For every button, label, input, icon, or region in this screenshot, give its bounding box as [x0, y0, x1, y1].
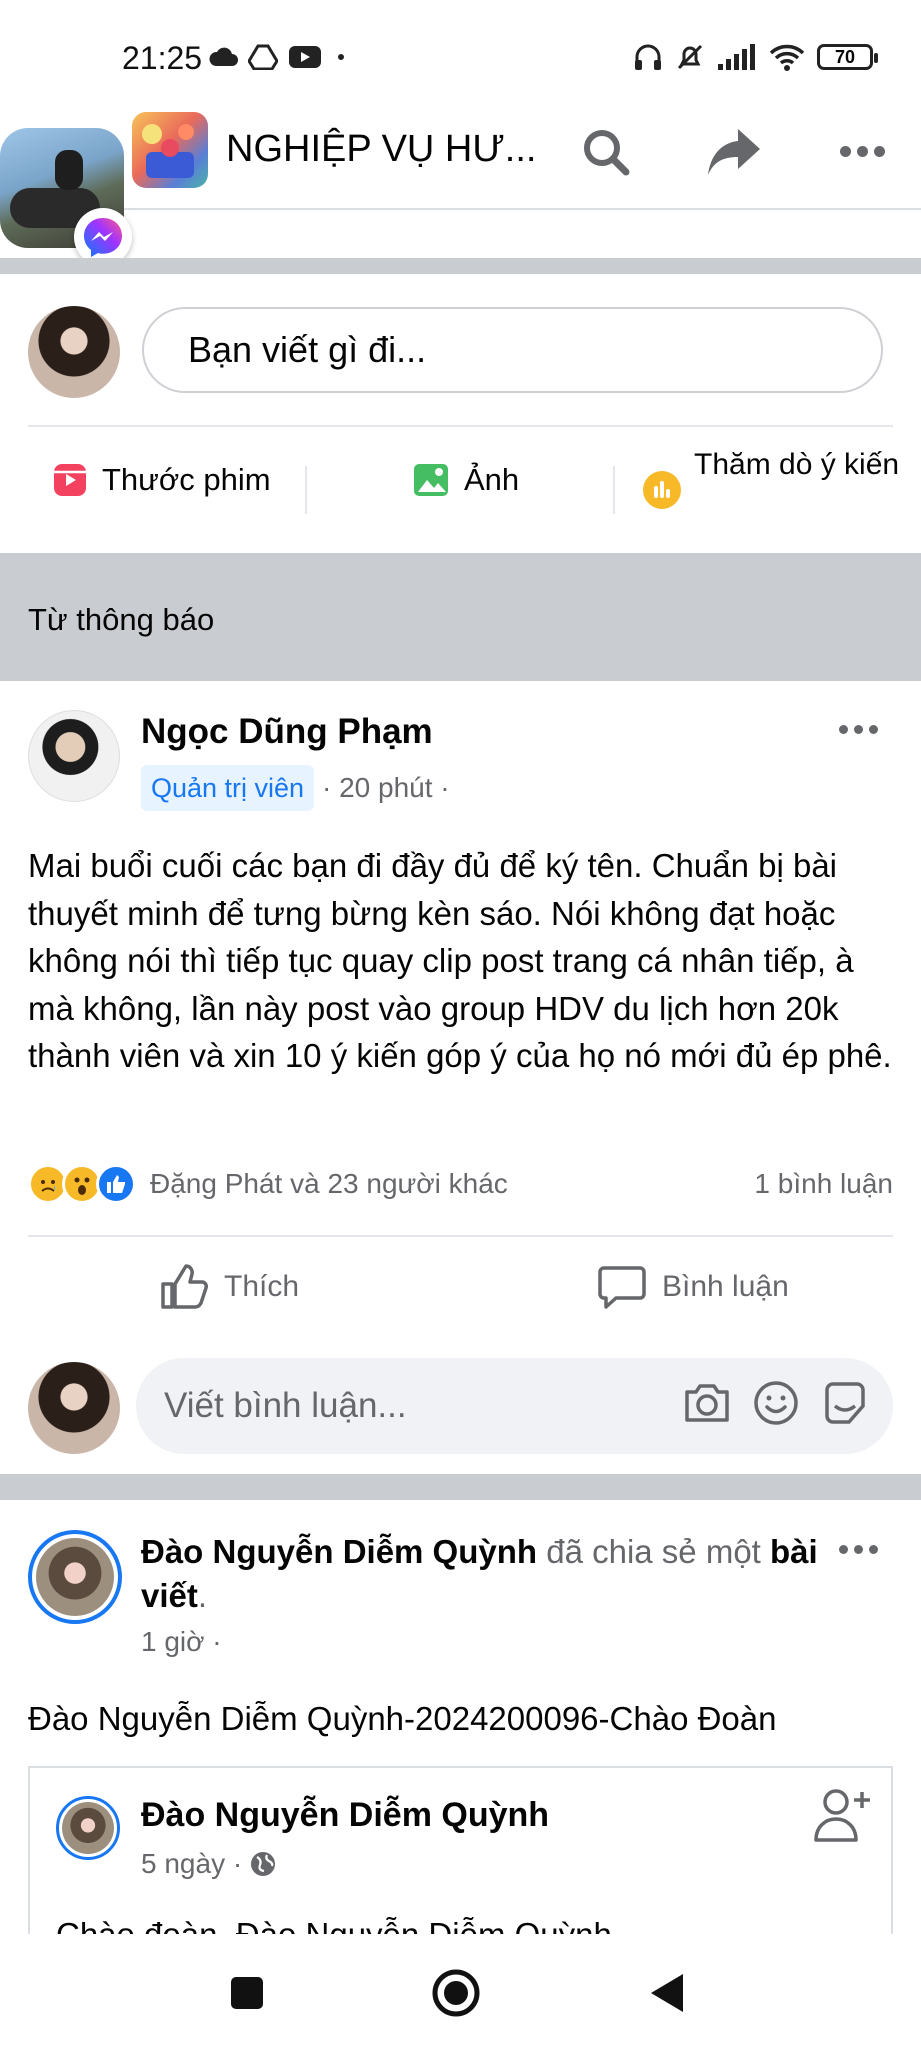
group-title[interactable]: NGHIỆP VỤ HƯ...	[226, 128, 536, 171]
reel-label: Thước phim	[102, 462, 271, 497]
back-button[interactable]	[642, 1968, 692, 2018]
post-composer-input[interactable]: Bạn viết gì đi...	[142, 307, 883, 393]
comment-bubble-icon	[598, 1266, 646, 1309]
sharer-name[interactable]: Đào Nguyễn Diễm Quỳnh	[141, 1533, 537, 1570]
recent-apps-button[interactable]	[222, 1968, 272, 2018]
add-friend-icon	[814, 1789, 870, 1842]
shared-post-more-button[interactable]	[828, 1534, 888, 1564]
search-button[interactable]	[576, 122, 636, 182]
divider-band	[0, 258, 921, 274]
thumbs-up-icon	[161, 1264, 208, 1309]
comment-label: Bình luận	[662, 1270, 789, 1303]
comment-input-tools	[683, 1380, 869, 1426]
drive-icon	[248, 44, 278, 70]
signal-icon	[718, 44, 755, 70]
post-author-avatar[interactable]	[28, 710, 120, 802]
like-label: Thích	[224, 1270, 300, 1303]
camera-icon[interactable]	[683, 1380, 731, 1426]
dot-icon	[856, 145, 868, 157]
sharer-avatar-photo	[36, 1538, 114, 1616]
inner-post-time[interactable]: 5 ngày ·	[141, 1848, 242, 1880]
post-body-text: Mai buổi cuối các bạn đi đầy đủ để ký tê…	[28, 847, 892, 1074]
status-bar: 21:25 70	[0, 0, 921, 110]
share-arrow-icon	[708, 129, 760, 175]
photo-button[interactable]: Ảnh	[412, 462, 519, 498]
dot-icon	[838, 724, 848, 734]
reactions-summary[interactable]: Đặng Phát và 23 người khác	[150, 1168, 508, 1200]
status-time: 21:25	[122, 40, 203, 76]
reaction-icons[interactable]	[28, 1164, 136, 1204]
photo-icon	[414, 464, 448, 496]
post-more-button[interactable]	[828, 714, 888, 744]
share-button[interactable]	[704, 122, 764, 182]
status-notification-icons	[208, 44, 344, 70]
globe-icon	[251, 1852, 276, 1876]
dot-icon	[853, 724, 863, 734]
composer-divider	[28, 425, 893, 427]
like-button[interactable]: Thích	[160, 1264, 299, 1310]
photo-label: Ảnh	[464, 462, 520, 497]
comment-button[interactable]: Bình luận	[598, 1264, 789, 1310]
announcement-section-label: Từ thông báo	[28, 602, 215, 637]
comment-user-avatar[interactable]	[28, 1362, 120, 1454]
action-divider	[613, 466, 615, 514]
poll-icon	[643, 471, 681, 509]
current-user-avatar[interactable]	[28, 306, 120, 398]
cloud-icon	[209, 47, 238, 66]
home-button[interactable]	[431, 1968, 481, 2018]
wifi-icon	[769, 44, 805, 71]
post-time[interactable]: · 20 phút ·	[322, 772, 450, 804]
chat-head-photo-rider	[55, 150, 83, 190]
headphones-icon	[635, 44, 661, 70]
shared-text: đã chia sẻ một	[537, 1533, 771, 1570]
inner-author-avatar-photo	[62, 1802, 114, 1854]
messenger-icon	[84, 218, 122, 257]
action-divider	[305, 466, 307, 514]
status-system-icons: 70	[633, 42, 878, 72]
poll-button-label[interactable]: Thăm dò ý kiến	[694, 448, 899, 482]
reel-button[interactable]: Thước phim	[52, 462, 271, 498]
battery-indicator: 70	[817, 44, 878, 70]
share-time[interactable]: 1 giờ ·	[141, 1626, 222, 1658]
dot-icon	[838, 1544, 848, 1554]
circle-home-icon	[432, 1969, 480, 2017]
youtube-icon	[289, 46, 321, 68]
dot-icon	[868, 1544, 878, 1554]
share-caption: Đào Nguyễn Diễm Quỳnh-2024200096-Chào Đo…	[28, 1700, 777, 1737]
sharer-avatar[interactable]	[28, 1530, 122, 1624]
group-cover-art	[142, 124, 194, 178]
post-author-name[interactable]: Ngọc Dũng Phạm	[141, 712, 433, 752]
like-reaction-icon	[96, 1164, 136, 1204]
sticker-icon[interactable]	[821, 1380, 869, 1426]
triangle-back-icon	[651, 1974, 683, 2012]
group-avatar[interactable]	[132, 112, 208, 188]
post-separator-band	[0, 1474, 921, 1500]
post-stats-divider	[28, 1235, 893, 1237]
inner-author-avatar[interactable]	[56, 1796, 120, 1860]
add-friend-button[interactable]	[812, 1786, 872, 1849]
dot-icon	[853, 1544, 863, 1554]
share-header: Đào Nguyễn Diễm Quỳnh đã chia sẻ một bài…	[141, 1530, 821, 1618]
dot-icon	[873, 145, 885, 157]
share-header-period: .	[197, 1577, 208, 1614]
more-notifications-dot	[338, 54, 344, 60]
comment-count[interactable]: 1 bình luận	[754, 1168, 893, 1200]
reel-icon	[54, 464, 86, 496]
emoji-icon[interactable]	[753, 1380, 799, 1426]
dot-icon	[868, 724, 878, 734]
mute-bell-icon	[677, 44, 703, 70]
admin-badge: Quản trị viên	[141, 765, 315, 811]
poll-icon-wrap[interactable]	[642, 470, 682, 515]
inner-author-name[interactable]: Đào Nguyễn Diễm Quỳnh	[141, 1796, 549, 1835]
dot-icon	[839, 145, 851, 157]
inner-post-meta: 5 ngày ·	[141, 1848, 276, 1880]
header-more-button[interactable]	[832, 136, 892, 166]
search-icon	[584, 130, 630, 176]
square-icon	[231, 1977, 263, 2009]
